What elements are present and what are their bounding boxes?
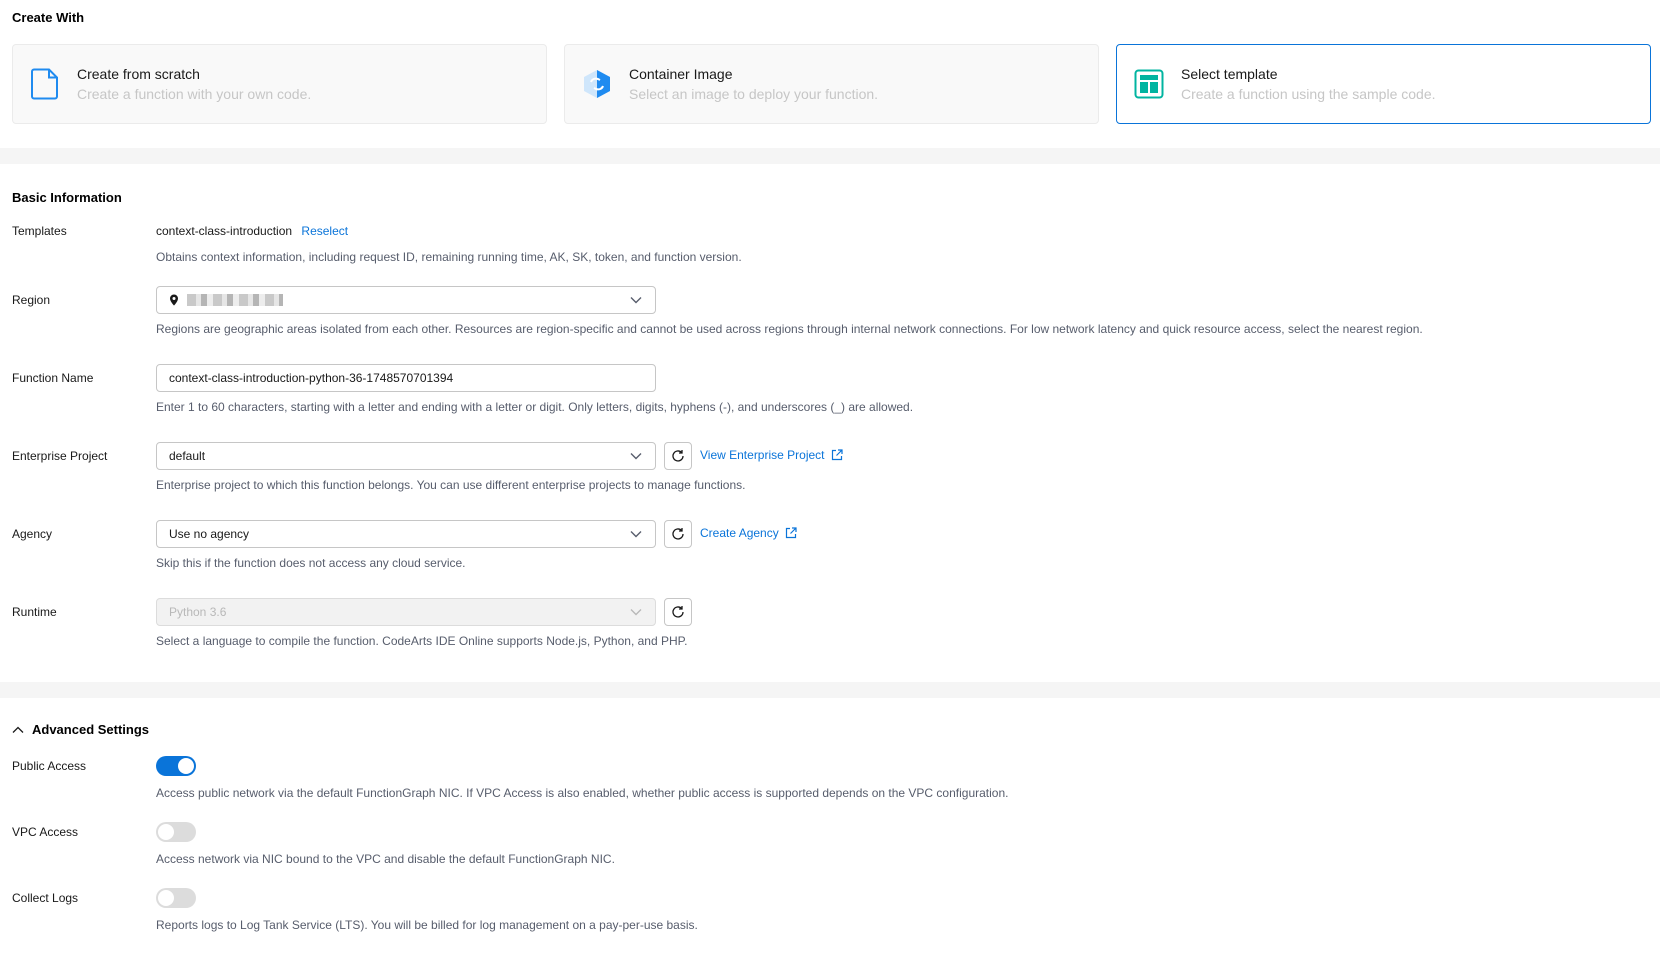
file-icon bbox=[29, 68, 61, 100]
link-label: View Enterprise Project bbox=[700, 448, 825, 462]
public-access-row: Public Access Access public network via … bbox=[12, 756, 1648, 806]
create-agency-link[interactable]: Create Agency bbox=[700, 526, 797, 540]
link-label: Create Agency bbox=[700, 526, 779, 540]
chevron-down-icon bbox=[629, 449, 643, 463]
create-with-title: Create With bbox=[12, 10, 85, 25]
function-name-wrap: context-class-introduction-python-36-174… bbox=[156, 364, 656, 392]
agency-value: Use no agency bbox=[169, 527, 250, 541]
region-hint: Regions are geographic areas isolated fr… bbox=[156, 322, 1423, 336]
enterprise-project-wrap: default bbox=[156, 442, 656, 470]
templates-label: Templates bbox=[12, 224, 67, 238]
enterprise-project-value: default bbox=[169, 449, 206, 463]
agency-wrap: Use no agency bbox=[156, 520, 656, 548]
runtime-value: Python 3.6 bbox=[169, 605, 227, 619]
template-icon bbox=[1133, 68, 1165, 100]
function-name-hint: Enter 1 to 60 characters, starting with … bbox=[156, 400, 914, 414]
region-row: Region Regions are geographic areas isol… bbox=[12, 286, 1648, 342]
chevron-up-icon bbox=[12, 726, 24, 733]
function-name-row: Function Name context-class-introduction… bbox=[12, 364, 1648, 420]
refresh-icon bbox=[672, 450, 684, 462]
public-access-hint: Access public network via the default Fu… bbox=[156, 786, 1009, 800]
vpc-access-hint: Access network via NIC bound to the VPC … bbox=[156, 852, 615, 866]
enterprise-project-hint: Enterprise project to which this functio… bbox=[156, 478, 746, 492]
section-divider bbox=[0, 682, 1660, 698]
section-divider bbox=[0, 148, 1660, 164]
card-title: Container Image bbox=[629, 66, 733, 82]
basic-information-section: Basic Information Templates context-clas… bbox=[0, 164, 1660, 682]
card-title: Select template bbox=[1181, 66, 1278, 82]
chevron-down-icon bbox=[629, 527, 643, 541]
create-with-cards: Create from scratch Create a function wi… bbox=[12, 44, 1651, 124]
runtime-select: Python 3.6 bbox=[156, 598, 656, 626]
agency-hint: Skip this if the function does not acces… bbox=[156, 556, 466, 570]
view-enterprise-project-link[interactable]: View Enterprise Project bbox=[700, 448, 843, 462]
vpc-access-toggle[interactable] bbox=[156, 822, 196, 842]
templates-row: Templates context-class-introduction Res… bbox=[12, 224, 1648, 274]
refresh-icon bbox=[672, 606, 684, 618]
refresh-button[interactable] bbox=[664, 442, 692, 470]
collect-logs-label: Collect Logs bbox=[12, 891, 79, 905]
card-title: Create from scratch bbox=[77, 66, 200, 82]
collect-logs-row: Collect Logs Reports logs to Log Tank Se… bbox=[12, 888, 1648, 938]
agency-row: Agency Use no agency Create Agency Skip … bbox=[12, 520, 1648, 576]
advanced-settings-title: Advanced Settings bbox=[32, 722, 150, 737]
function-name-value: context-class-introduction-python-36-174… bbox=[169, 371, 454, 385]
function-name-input[interactable]: context-class-introduction-python-36-174… bbox=[156, 364, 656, 392]
agency-select[interactable]: Use no agency bbox=[156, 520, 656, 548]
region-label: Region bbox=[12, 293, 51, 307]
external-link-icon bbox=[785, 527, 797, 539]
collect-logs-toggle[interactable] bbox=[156, 888, 196, 908]
chevron-down-icon bbox=[629, 293, 643, 307]
chevron-down-icon bbox=[629, 605, 643, 619]
refresh-button[interactable] bbox=[664, 598, 692, 626]
reselect-link[interactable]: Reselect bbox=[301, 224, 348, 238]
vpc-access-row: VPC Access Access network via NIC bound … bbox=[12, 822, 1648, 872]
templates-value-wrap: context-class-introduction Reselect bbox=[156, 224, 348, 238]
card-desc: Select an image to deploy your function. bbox=[629, 86, 879, 102]
function-name-label: Function Name bbox=[12, 371, 94, 385]
runtime-label: Runtime bbox=[12, 605, 57, 619]
location-pin-icon bbox=[170, 294, 178, 306]
external-link-icon bbox=[831, 449, 843, 461]
region-value bbox=[169, 294, 629, 306]
public-access-toggle[interactable] bbox=[156, 756, 196, 776]
card-desc: Create a function with your own code. bbox=[77, 86, 312, 102]
runtime-row: Runtime Python 3.6 Select a language to … bbox=[12, 598, 1648, 654]
container-icon bbox=[581, 68, 613, 100]
region-select-wrap bbox=[156, 286, 656, 314]
card-select-template[interactable]: Select template Create a function using … bbox=[1116, 44, 1651, 124]
collect-logs-hint: Reports logs to Log Tank Service (LTS). … bbox=[156, 918, 698, 932]
templates-hint: Obtains context information, including r… bbox=[156, 250, 742, 264]
advanced-settings-header[interactable]: Advanced Settings bbox=[12, 722, 149, 737]
card-container-image[interactable]: Container Image Select an image to deplo… bbox=[564, 44, 1099, 124]
agency-label: Agency bbox=[12, 527, 53, 541]
template-name: context-class-introduction bbox=[156, 224, 293, 238]
runtime-hint: Select a language to compile the functio… bbox=[156, 634, 688, 648]
runtime-wrap: Python 3.6 bbox=[156, 598, 656, 626]
basic-information-title: Basic Information bbox=[12, 190, 122, 205]
card-create-from-scratch[interactable]: Create from scratch Create a function wi… bbox=[12, 44, 547, 124]
public-access-label: Public Access bbox=[12, 759, 87, 773]
region-blurred-value bbox=[187, 294, 283, 306]
enterprise-project-row: Enterprise Project default View Enterpri… bbox=[12, 442, 1648, 498]
enterprise-project-select[interactable]: default bbox=[156, 442, 656, 470]
create-with-section: Create With Create from scratch Create a… bbox=[0, 0, 1660, 148]
enterprise-project-label: Enterprise Project bbox=[12, 449, 108, 463]
refresh-icon bbox=[672, 528, 684, 540]
refresh-button[interactable] bbox=[664, 520, 692, 548]
advanced-settings-section: Advanced Settings Public Access Access p… bbox=[0, 698, 1660, 964]
card-desc: Create a function using the sample code. bbox=[1181, 86, 1436, 102]
vpc-access-label: VPC Access bbox=[12, 825, 79, 839]
region-select[interactable] bbox=[156, 286, 656, 314]
